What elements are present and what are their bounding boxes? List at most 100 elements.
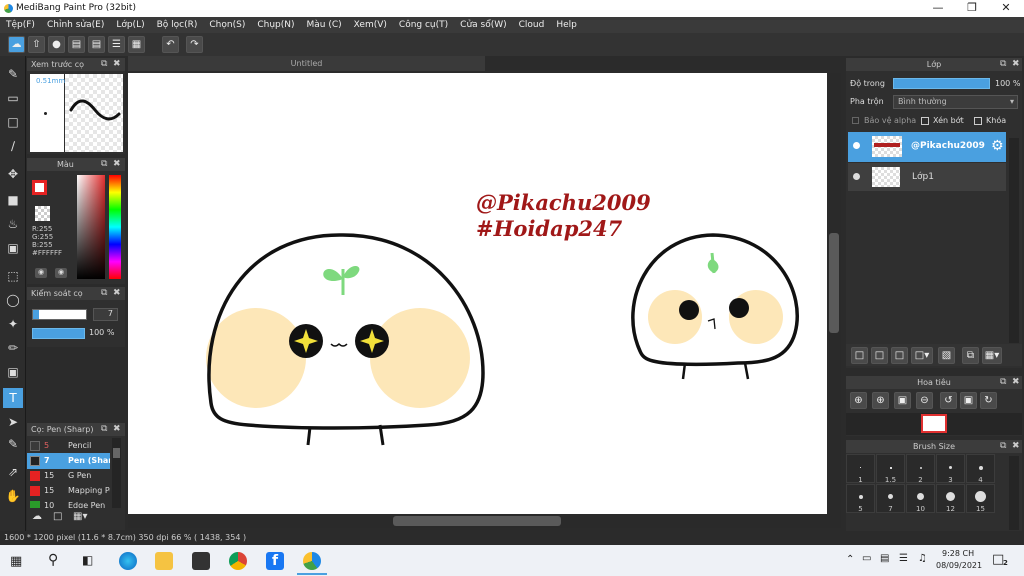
zoom-out-icon[interactable]: ⊖	[916, 392, 933, 409]
upload-icon[interactable]: ⇧	[28, 36, 45, 53]
volume-icon[interactable]: ♫	[918, 553, 927, 564]
palette-icon-2[interactable]: ◉	[55, 268, 67, 278]
foreground-color-swatch[interactable]	[32, 180, 47, 195]
canvas-vertical-scrollbar[interactable]	[827, 73, 841, 514]
brush-opacity-slider[interactable]	[32, 328, 85, 339]
undo-icon[interactable]: ↶	[162, 36, 179, 53]
message-icon[interactable]: ▤	[68, 36, 85, 53]
menu-select[interactable]: Chọn(S)	[203, 17, 251, 30]
brush-item-mapping-pen[interactable]: 15Mapping Pen	[27, 483, 110, 499]
canvas-horizontal-scrollbar[interactable]	[128, 514, 841, 528]
canvas-tab[interactable]: Untitled	[128, 56, 485, 71]
line-tool-icon[interactable]: ∕	[3, 136, 23, 156]
layer-row-selected[interactable]: @Pikachu2009 ⚙	[848, 132, 1006, 162]
task-view-icon[interactable]: ◧	[82, 553, 93, 567]
palette-icon[interactable]: ◉	[35, 268, 47, 278]
lasso-tool-icon[interactable]: ◯	[3, 290, 23, 310]
hand-tool-icon[interactable]: ✋	[3, 486, 23, 506]
file-explorer-icon[interactable]	[155, 552, 173, 570]
new-layer-icon[interactable]: □	[851, 347, 868, 364]
brush-size-cell[interactable]: 7	[876, 484, 905, 513]
brush-item-pen-sharp[interactable]: 7Pen (Sharp)	[27, 453, 110, 469]
folder-icon[interactable]: ▧	[938, 347, 955, 364]
operation-tool-icon[interactable]: ➤	[3, 412, 23, 432]
dot-tool-icon[interactable]: □	[3, 112, 23, 132]
network-icon[interactable]: ▤	[880, 553, 889, 564]
brush-size-cell[interactable]: 5	[846, 484, 875, 513]
fill-rect-tool-icon[interactable]: ■	[3, 190, 23, 210]
brush-size-slider[interactable]	[32, 309, 87, 320]
chevron-up-icon[interactable]: ⌃	[846, 554, 854, 565]
brush-size-cell[interactable]: 4	[966, 454, 995, 484]
new-8bit-layer-icon[interactable]: □	[891, 347, 908, 364]
layer-menu-icon[interactable]: ▦▾	[982, 347, 1002, 364]
maximize-icon[interactable]: ❐	[955, 0, 989, 17]
eye-icon[interactable]	[853, 173, 860, 180]
brush-size-cell[interactable]: 15	[966, 484, 995, 513]
close-icon[interactable]: ✖	[1012, 377, 1020, 387]
background-color-swatch[interactable]	[35, 206, 50, 221]
select-pen-tool-icon[interactable]: ✏	[3, 338, 23, 358]
layer-row[interactable]: Lớp1	[848, 163, 1006, 191]
clock-date[interactable]: 08/09/2021	[936, 561, 982, 570]
fit-screen-icon[interactable]: ▣	[960, 392, 977, 409]
layer-scrollbar[interactable]	[1009, 138, 1019, 343]
select-eraser-tool-icon[interactable]: ▣	[3, 362, 23, 382]
popout-icon[interactable]: ⧉	[101, 424, 107, 434]
redo-icon[interactable]: ↷	[186, 36, 203, 53]
menu-window[interactable]: Cửa sổ(W)	[454, 17, 512, 30]
menu-snap[interactable]: Chụp(N)	[251, 17, 300, 30]
eye-icon[interactable]	[853, 142, 860, 149]
hue-slider[interactable]	[109, 175, 121, 279]
fit-icon[interactable]: ▣	[894, 392, 911, 409]
menu-tools[interactable]: Công cụ(T)	[393, 17, 454, 30]
edge-browser-icon[interactable]	[119, 552, 137, 570]
search-icon[interactable]: ⚲	[48, 552, 58, 568]
clock-time[interactable]: 9:28 CH	[942, 549, 974, 558]
brush-size-cell[interactable]: 3	[936, 454, 965, 484]
menu-cloud[interactable]: Cloud	[513, 17, 551, 30]
popout-icon[interactable]: ⧉	[1000, 377, 1006, 387]
menu-file[interactable]: Tệp(F)	[0, 17, 41, 30]
zoom-in-icon[interactable]: ⊕	[850, 392, 867, 409]
chrome-icon[interactable]	[229, 552, 247, 570]
vertical-scroll-thumb[interactable]	[829, 233, 839, 333]
document-icon[interactable]: ▤	[88, 36, 105, 53]
comment-icon[interactable]: ●	[48, 36, 65, 53]
zoom-in-alt-icon[interactable]: ⊕	[872, 392, 889, 409]
move-tool-icon[interactable]: ✥	[3, 164, 23, 184]
close-icon[interactable]: ✕	[989, 0, 1023, 17]
close-icon[interactable]: ✖	[113, 288, 121, 298]
menu-view[interactable]: Xem(V)	[348, 17, 393, 30]
list-icon[interactable]: ☰	[108, 36, 125, 53]
duplicate-layer-icon[interactable]: ⧉	[962, 347, 979, 364]
popout-icon[interactable]: ⧉	[101, 288, 107, 298]
rotate-left-icon[interactable]: ↺	[940, 392, 957, 409]
gear-icon[interactable]: ⚙	[991, 138, 1004, 154]
popout-icon[interactable]: ⧉	[101, 159, 107, 169]
add-layer-menu-icon[interactable]: □▾	[911, 347, 933, 364]
menu-color[interactable]: Màu (C)	[301, 17, 348, 30]
menu-layer[interactable]: Lớp(L)	[110, 17, 150, 30]
rotate-right-icon[interactable]: ↻	[980, 392, 997, 409]
brush-item-g-pen[interactable]: 15 G Pen	[27, 468, 110, 484]
new-halftone-layer-icon[interactable]: □	[871, 347, 888, 364]
close-icon[interactable]: ✖	[1012, 441, 1020, 451]
protect-alpha-checkbox[interactable]	[852, 117, 859, 124]
dropper-tool-icon[interactable]: ✎	[3, 434, 23, 454]
text-tool-icon[interactable]: T	[3, 388, 23, 408]
grid-icon[interactable]: ▦	[128, 36, 145, 53]
medibang-taskbar-icon[interactable]	[303, 552, 321, 570]
brush-size-cell[interactable]: 10	[906, 484, 935, 513]
wifi-icon[interactable]: ☰	[899, 553, 908, 564]
add-brush-icon[interactable]: ☁	[32, 511, 42, 522]
brush-size-cell[interactable]: 12	[936, 484, 965, 513]
brush-size-cell[interactable]: 1.5	[876, 454, 905, 484]
magic-wand-tool-icon[interactable]: ✦	[3, 314, 23, 334]
windows-start-icon[interactable]: ▦	[10, 554, 22, 569]
menu-edit[interactable]: Chỉnh sửa(E)	[41, 17, 110, 30]
navigator-preview[interactable]	[846, 413, 1022, 435]
select-tool-icon[interactable]: ⬚	[3, 266, 23, 286]
close-icon[interactable]: ✖	[113, 424, 121, 434]
horizontal-scroll-thumb[interactable]	[393, 516, 561, 526]
